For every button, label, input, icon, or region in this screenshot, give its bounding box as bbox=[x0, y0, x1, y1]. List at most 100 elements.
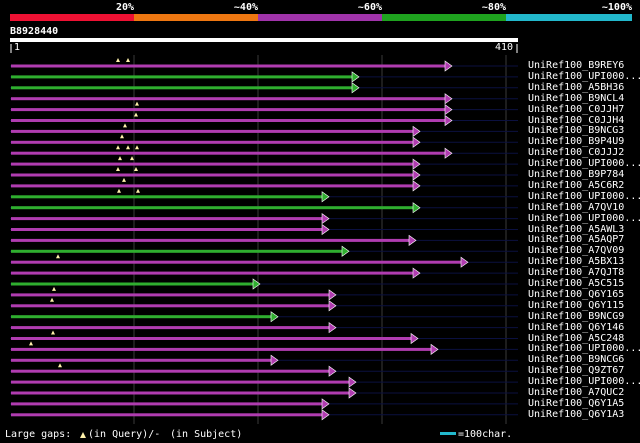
hit-label[interactable]: UniRef100_B9P4U9 bbox=[528, 136, 640, 147]
hit-label[interactable]: UniRef100_UPI000... bbox=[528, 343, 640, 354]
hit-bar[interactable] bbox=[11, 282, 254, 286]
hit-label[interactable]: UniRef100_C0JJH4 bbox=[528, 115, 640, 126]
hit-label[interactable]: UniRef100_UPI000... bbox=[528, 71, 640, 82]
hit-bar[interactable] bbox=[11, 86, 353, 90]
gap-triangle-icon bbox=[50, 297, 54, 302]
hit-bar[interactable] bbox=[11, 195, 323, 199]
hit-label[interactable]: UniRef100_Q6Y115 bbox=[528, 300, 640, 311]
hit-bar[interactable] bbox=[11, 184, 414, 188]
hit-bar[interactable] bbox=[11, 249, 343, 253]
footer-legend-subject: (in Subject) bbox=[170, 429, 243, 440]
hit-bar[interactable] bbox=[11, 217, 323, 221]
hit-arrow-icon bbox=[444, 147, 453, 159]
hit-label[interactable]: UniRef100_UPI000... bbox=[528, 213, 640, 224]
gap-triangle-icon bbox=[134, 167, 138, 171]
hit-bar[interactable] bbox=[11, 228, 323, 231]
hit-bar[interactable] bbox=[11, 75, 353, 79]
hit-arrow-icon bbox=[321, 191, 330, 203]
hit-label[interactable]: UniRef100_Q6Y1A5 bbox=[528, 398, 640, 409]
hit-label[interactable]: UniRef100_UPI000... bbox=[528, 191, 640, 202]
gap-triangle-icon bbox=[116, 145, 120, 150]
scale-segment bbox=[134, 14, 258, 21]
gap-triangle-icon bbox=[126, 145, 130, 150]
hit-bar[interactable] bbox=[11, 119, 446, 122]
gap-triangle-icon bbox=[56, 254, 60, 259]
hit-bar[interactable] bbox=[11, 151, 446, 155]
hit-arrow-icon bbox=[444, 114, 453, 127]
hit-label[interactable]: UniRef100_UPI000... bbox=[528, 158, 640, 169]
hit-label[interactable]: UniRef100_B9NCG9 bbox=[528, 311, 640, 322]
hit-arrow-icon bbox=[321, 398, 330, 410]
hit-arrow-icon bbox=[270, 354, 279, 366]
hit-bar[interactable] bbox=[11, 402, 323, 406]
query-bar bbox=[10, 38, 518, 53]
hit-bar[interactable] bbox=[11, 140, 414, 144]
gap-triangle-icon bbox=[51, 330, 55, 335]
gap-triangle-icon bbox=[118, 156, 122, 161]
hit-arrow-icon bbox=[412, 158, 421, 170]
hit-label[interactable]: UniRef100_A5BX13 bbox=[528, 256, 640, 267]
hit-label[interactable]: UniRef100_B9REY6 bbox=[528, 60, 640, 71]
hit-bar[interactable] bbox=[11, 413, 323, 417]
hit-bar[interactable] bbox=[11, 391, 350, 395]
hit-label[interactable]: UniRef100_A5AWL3 bbox=[528, 224, 640, 235]
gap-triangle-icon bbox=[135, 145, 139, 150]
hit-bar[interactable] bbox=[11, 380, 350, 384]
hit-bar[interactable] bbox=[11, 206, 414, 210]
hit-bar[interactable] bbox=[11, 337, 412, 340]
hit-label[interactable]: UniRef100_C0JJJ2 bbox=[528, 147, 640, 158]
gap-triangle-icon bbox=[136, 188, 140, 193]
hit-arrow-icon bbox=[328, 289, 337, 301]
hit-label[interactable]: UniRef100_Q9ZT67 bbox=[528, 365, 640, 376]
hit-arrow-icon bbox=[351, 82, 360, 94]
hit-label[interactable]: UniRef100_B9P784 bbox=[528, 169, 640, 180]
hit-bar[interactable] bbox=[11, 358, 272, 362]
hit-bar[interactable] bbox=[11, 326, 330, 330]
hit-bar[interactable] bbox=[11, 162, 414, 166]
hit-bar[interactable] bbox=[11, 304, 330, 308]
hit-bar[interactable] bbox=[11, 97, 446, 101]
gap-triangle-icon bbox=[134, 112, 138, 117]
hit-label[interactable]: UniRef100_Q6Y146 bbox=[528, 322, 640, 333]
hit-bar[interactable] bbox=[11, 64, 446, 68]
hit-bar[interactable] bbox=[11, 108, 446, 112]
hit-arrow-icon bbox=[430, 343, 439, 355]
scale-segment bbox=[258, 14, 382, 21]
hit-bar[interactable] bbox=[11, 369, 330, 373]
hit-bar[interactable] bbox=[11, 129, 414, 133]
hit-bar[interactable] bbox=[11, 293, 330, 297]
scale-label: 20% bbox=[116, 2, 134, 13]
hit-label[interactable]: UniRef100_B9NCG3 bbox=[528, 125, 640, 136]
gap-triangle-icon bbox=[122, 177, 126, 182]
hit-label[interactable]: UniRef100_A7QV09 bbox=[528, 245, 640, 256]
query-end-label: 410 bbox=[495, 42, 514, 53]
hit-bar[interactable] bbox=[11, 315, 272, 319]
hit-label[interactable]: UniRef100_C0JJH7 bbox=[528, 104, 640, 115]
hit-label[interactable]: UniRef100_Q6Y1A3 bbox=[528, 409, 640, 420]
hit-label[interactable]: UniRef100_A5C248 bbox=[528, 333, 640, 344]
identity-scale-bar bbox=[10, 14, 632, 21]
hit-label[interactable]: UniRef100_A7QJT8 bbox=[528, 267, 640, 278]
hit-label[interactable]: UniRef100_B9NCL4 bbox=[528, 93, 640, 104]
hit-label[interactable]: UniRef100_A5C515 bbox=[528, 278, 640, 289]
gap-triangle-icon bbox=[123, 123, 127, 128]
hit-label[interactable]: UniRef100_B9NCG6 bbox=[528, 354, 640, 365]
gap-triangle-icon bbox=[116, 58, 120, 62]
hit-label[interactable]: UniRef100_A5AQP7 bbox=[528, 234, 640, 245]
hit-bar[interactable] bbox=[11, 173, 414, 177]
hit-bar[interactable] bbox=[11, 347, 432, 351]
hit-label[interactable]: UniRef100_A7QUC2 bbox=[528, 387, 640, 398]
hit-label[interactable]: UniRef100_Q6Y165 bbox=[528, 289, 640, 300]
hit-bar[interactable] bbox=[11, 271, 414, 275]
gap-triangle-icon bbox=[116, 167, 120, 171]
hit-bar[interactable] bbox=[11, 238, 410, 242]
hit-label[interactable]: UniRef100_A7QV10 bbox=[528, 202, 640, 213]
hit-label[interactable]: UniRef100_A5C6R2 bbox=[528, 180, 640, 191]
hit-arrow-icon bbox=[321, 223, 330, 236]
hit-bar[interactable] bbox=[11, 260, 462, 264]
gap-triangle-icon bbox=[29, 341, 33, 346]
gap-triangle-icon bbox=[135, 101, 139, 106]
hit-label[interactable]: UniRef100_A5BH36 bbox=[528, 82, 640, 93]
hit-label[interactable]: UniRef100_UPI000... bbox=[528, 376, 640, 387]
gap-triangle-icon bbox=[117, 188, 121, 193]
